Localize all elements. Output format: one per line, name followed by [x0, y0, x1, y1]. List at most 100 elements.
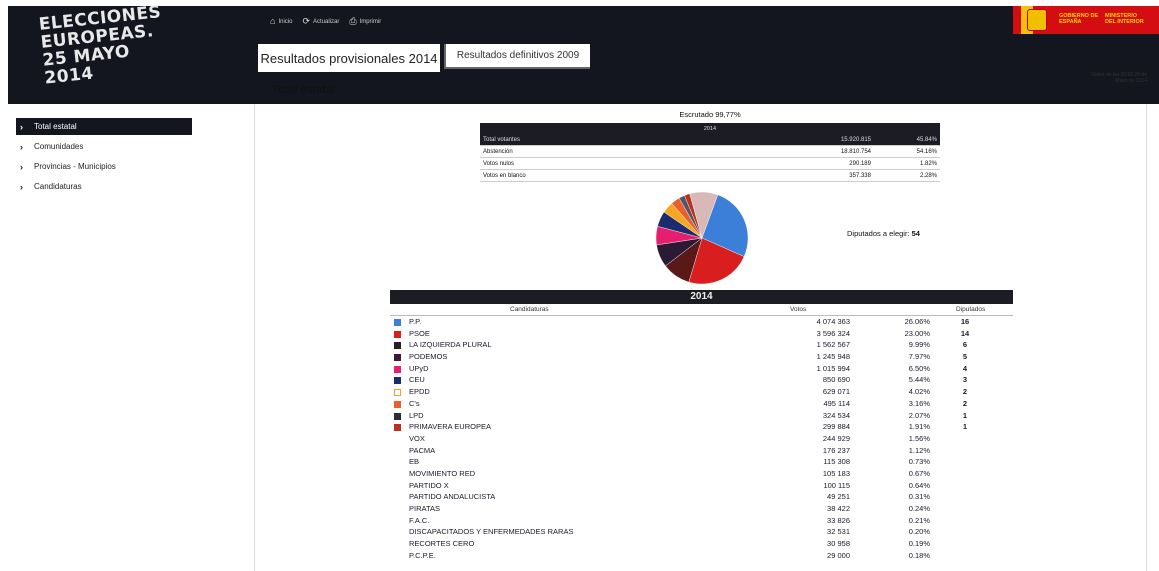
party-name: PSOE [409, 328, 430, 338]
table-row: VOX 244 929 1.56% [390, 434, 1013, 446]
party-seats: 2 [962, 398, 968, 408]
top-nav: ⌂ Inicio ⟳ Actualizar ⎙ Imprimir [270, 17, 381, 26]
sidebar-item-label: Total estatal [34, 122, 77, 131]
results-year-header: 2014 [390, 290, 1013, 304]
party-seats: 1 [962, 410, 968, 420]
party-name: RECORTES CERO [409, 539, 475, 549]
table-row: MOVIMIENTO RED 105 183 0.67% [390, 469, 1013, 481]
gov-right-text: MINISTERIO DEL INTERIOR [1105, 13, 1144, 25]
party-pct: 2.07% [908, 410, 930, 420]
col-candidaturas: Candidaturas [510, 306, 549, 313]
party-pct: 7.97% [908, 352, 930, 362]
party-pct: 1.91% [908, 422, 930, 432]
party-color-swatch [394, 377, 401, 385]
party-name: PACMA [409, 445, 436, 455]
tab-definitive-2009[interactable]: Resultados definitivos 2009 [444, 44, 590, 69]
party-color-swatch [394, 424, 401, 432]
party-seats: 6 [962, 340, 968, 350]
seats-to-elect: Diputados a elegir: 54 [847, 229, 920, 238]
table-row: Abstención 18.810.754 54.16% [480, 145, 940, 158]
vote-share-pie-chart [655, 191, 749, 285]
party-votes: 324 534 [822, 410, 850, 420]
party-pct: 9.99% [908, 340, 930, 350]
party-seats: 14 [960, 328, 970, 338]
table-row: C's 495 114 3.16% 2 [390, 399, 1013, 411]
party-votes: 105 183 [822, 468, 850, 478]
nav-print[interactable]: ⎙ Imprimir [349, 17, 381, 26]
nav-refresh-label: Actualizar [313, 18, 340, 25]
party-votes: 38 422 [827, 504, 850, 513]
party-votes: 49 251 [827, 492, 850, 502]
party-votes: 30 958 [827, 539, 850, 549]
party-pct: 23.00% [904, 328, 930, 338]
party-pct: 0.31% [908, 492, 930, 502]
refresh-icon: ⟳ [302, 16, 310, 26]
table-row: P.P. 4 074 363 26.06% 16 [390, 317, 1013, 329]
party-pct: 0.20% [908, 527, 930, 537]
party-seats: 4 [962, 363, 968, 373]
party-votes: 3 596 324 [816, 328, 850, 338]
party-name: PRIMAVERA EUROPEA [409, 422, 491, 432]
party-name: LPD [409, 410, 424, 420]
party-pct: 3.16% [908, 398, 930, 408]
turnout-value: 290.189 [808, 157, 874, 170]
party-votes: 244 929 [822, 433, 850, 443]
party-votes: 1 245 948 [816, 352, 850, 362]
turnout-value: 18.810.754 [808, 145, 874, 158]
party-color-swatch [394, 365, 401, 373]
nav-refresh[interactable]: ⟳ Actualizar [302, 17, 339, 26]
seats-to-elect-value: 54 [911, 229, 920, 238]
party-name: CEU [409, 375, 425, 385]
party-pct: 26.06% [904, 317, 930, 326]
results-column-headers: Candidaturas Votos Diputados [390, 305, 1013, 316]
table-row: P.C.P.E. 29 000 0.18% [390, 551, 1013, 563]
party-name: DISCAPACITADOS Y ENFERMEDADES RARAS [409, 527, 574, 537]
table-row: PODEMOS 1 245 948 7.97% 5 [390, 352, 1013, 364]
table-row: Votos en blanco 357.338 2.28% [480, 169, 940, 182]
sidebar-item-comunidades[interactable]: › Comunidades [16, 138, 192, 155]
turnout-label: Total votantes [480, 134, 808, 146]
col-diputados: Diputados [956, 306, 986, 313]
coat-of-arms-icon [1027, 9, 1047, 31]
chevron-right-icon: › [20, 181, 23, 192]
turnout-pct: 45.84% [874, 134, 940, 146]
sidebar-item-total-estatal[interactable]: › Total estatal [16, 118, 192, 135]
tab-provisional-2014[interactable]: Resultados provisionales 2014 [258, 44, 440, 72]
seats-to-elect-label: Diputados a elegir: [847, 229, 910, 238]
nav-home-label: Inicio [278, 18, 293, 25]
table-row: RECORTES CERO 30 958 0.19% [390, 539, 1013, 551]
party-name: MOVIMIENTO RED [409, 468, 476, 478]
party-name: PARTIDO ANDALUCISTA [409, 492, 496, 502]
table-row: DISCAPACITADOS Y ENFERMEDADES RARAS 32 53… [390, 527, 1013, 539]
party-name: C's [409, 398, 420, 408]
nav-print-label: Imprimir [359, 18, 382, 25]
table-row: F.A.C. 33 826 0.21% [390, 516, 1013, 528]
chevron-right-icon: › [20, 121, 23, 132]
party-pct: 0.64% [908, 480, 930, 490]
party-name: F.A.C. [409, 515, 430, 525]
sidebar-item-candidaturas[interactable]: › Candidaturas [16, 178, 192, 195]
sidebar-item-label: Candidaturas [34, 182, 82, 191]
party-name: PARTIDO X [409, 480, 449, 490]
government-logo: GOBIERNO DE ESPAÑA MINISTERIO DEL INTERI… [1013, 6, 1159, 34]
nav-home[interactable]: ⌂ Inicio [270, 17, 292, 26]
col-votos: Votos [790, 306, 807, 313]
party-color-swatch [394, 389, 401, 397]
turnout-value: 15.920.815 [808, 134, 874, 146]
party-votes: 29 000 [827, 550, 850, 560]
table-row: Votos nulos 290.189 1.82% [480, 157, 940, 170]
chevron-right-icon: › [20, 161, 23, 172]
party-votes: 299 884 [822, 422, 850, 432]
table-row: PRIMAVERA EUROPEA 299 884 1.91% 1 [390, 422, 1013, 434]
gov-left-text: GOBIERNO DE ESPAÑA [1059, 13, 1099, 25]
table-row: PIRATAS 38 422 0.24% [390, 504, 1013, 516]
escrutado-label: Escrutado 99,77% [679, 110, 741, 119]
party-votes: 176 237 [822, 445, 850, 455]
turnout-value: 357.338 [808, 169, 874, 182]
party-color-swatch [394, 319, 401, 326]
sidebar-item-provincias-municipios[interactable]: › Provincias - Municipios [16, 158, 192, 175]
table-row: Total votantes 15.920.815 45.84% [480, 134, 940, 146]
party-seats: 1 [962, 422, 968, 432]
table-row: PARTIDO X 100 115 0.64% [390, 481, 1013, 493]
party-votes: 115 308 [823, 457, 850, 467]
